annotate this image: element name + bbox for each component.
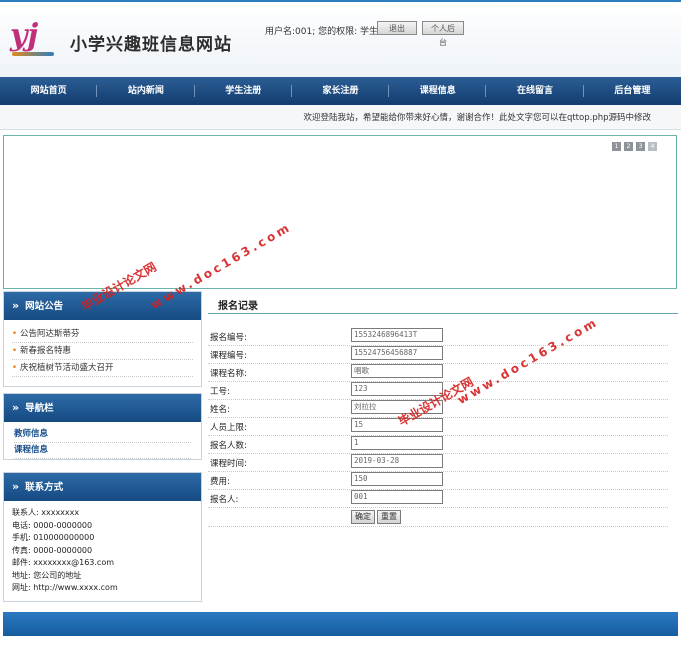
enrolled-count-field[interactable]: 1 — [351, 436, 443, 450]
form-row: 报名人数: 1 — [208, 435, 668, 454]
nav-item-parent-register[interactable]: 家长注册 — [292, 77, 390, 105]
nav-item-news[interactable]: 站内新闻 — [97, 77, 195, 105]
form-row: 课程时间: 2019-03-28 — [208, 453, 668, 472]
nav-item-admin[interactable]: 后台管理 — [584, 77, 681, 105]
nav-item-home[interactable]: 网站首页 — [0, 77, 98, 105]
site-footer — [3, 612, 678, 636]
notice-item[interactable]: • 公告阿达斯蒂芬 — [12, 326, 193, 343]
logout-button[interactable]: 退出 — [377, 21, 417, 35]
form-row: 报名人: 001 — [208, 489, 668, 508]
navbar-panel: » 导航栏 教师信息 课程信息 — [3, 393, 202, 460]
nav-item-label: 学生注册 — [225, 86, 262, 96]
nav-item-guestbook[interactable]: 在线留言 — [486, 77, 584, 105]
double-chevron-right-icon: » — [12, 401, 20, 414]
form-row: 费用: 150 — [208, 471, 668, 490]
field-label: 课程名称: — [210, 369, 247, 379]
nav-item-label: 后台管理 — [614, 86, 651, 96]
nav-item-label: 在线留言 — [517, 86, 554, 96]
registrant-field[interactable]: 001 — [351, 490, 443, 504]
navbar-panel-header: » 导航栏 — [4, 394, 201, 422]
form-row: 课程编号: 15524756456887 — [208, 345, 668, 364]
contact-panel-title: 联系方式 — [25, 482, 64, 493]
user-info: 用户名:001; 您的权限: 学生 — [265, 27, 378, 37]
contact-email: 邮件: xxxxxxxx@163.com — [12, 558, 115, 567]
contact-panel-header: » 联系方式 — [4, 473, 201, 501]
field-label: 报名编号: — [210, 333, 247, 343]
sidebar-link-teachers[interactable]: 教师信息 — [14, 427, 191, 443]
form-divider — [208, 525, 668, 527]
double-chevron-right-icon: » — [12, 480, 20, 493]
contact-panel: » 联系方式 联系人: xxxxxxxx 电话: 0000-0000000 手机:… — [3, 472, 202, 602]
notice-panel-title: 网站公告 — [25, 301, 64, 312]
banner-slider — [3, 135, 677, 289]
confirm-button[interactable]: 确定 — [351, 510, 375, 524]
notice-item-text: 公告阿达斯蒂芬 — [20, 329, 80, 339]
contact-mobile: 手机: 010000000000 — [12, 533, 95, 542]
main-nav: 网站首页 站内新闻 学生注册 家长注册 课程信息 在线留言 后台管理 — [0, 77, 681, 105]
page-title: 报名记录 — [218, 301, 258, 312]
banner-control-1[interactable]: 1 — [612, 142, 621, 151]
reset-button[interactable]: 重置 — [377, 510, 401, 524]
nav-item-label: 家长注册 — [322, 86, 359, 96]
field-label: 课程编号: — [210, 351, 247, 361]
form-row: 人员上限: 15 — [208, 417, 668, 436]
contact-fax: 传真: 0000-0000000 — [12, 545, 93, 555]
site-title: 小学兴趣班信息网站 — [70, 35, 232, 55]
personal-backend-button[interactable]: 个人后台 — [422, 21, 464, 47]
course-name-field[interactable]: 唱歌 — [351, 364, 443, 378]
title-divider — [208, 313, 678, 314]
form-row: 课程名称: 唱歌 — [208, 363, 668, 382]
banner-control-3[interactable]: 3 — [636, 142, 645, 151]
fee-field[interactable]: 150 — [351, 472, 443, 486]
contact-person: 联系人: xxxxxxxx — [12, 508, 80, 517]
notice-item-text: 新春报名特惠 — [20, 346, 72, 356]
nav-item-courses[interactable]: 课程信息 — [389, 77, 487, 105]
marquee-text: 欢迎登陆我站，希望能给你带来好心情，谢谢合作！此处文字您可以在qttop.php… — [303, 113, 651, 123]
logo-swoosh — [12, 52, 54, 56]
contact-address: 地址: 您公司的地址 — [12, 570, 82, 580]
notice-item[interactable]: • 新春报名特惠 — [12, 343, 193, 360]
course-time-field[interactable]: 2019-03-28 — [351, 454, 443, 468]
nav-item-label: 站内新闻 — [127, 86, 164, 96]
bullet-icon: • — [12, 329, 18, 339]
registration-id-field[interactable]: 1553246896413T — [351, 328, 443, 342]
field-label: 课程时间: — [210, 459, 247, 469]
field-label: 报名人: — [210, 495, 239, 505]
field-label: 报名人数: — [210, 441, 247, 451]
form-row: 报名编号: 1553246896413T — [208, 327, 668, 346]
field-label: 姓名: — [210, 405, 230, 415]
bullet-icon: • — [12, 363, 18, 373]
banner-control-2[interactable]: 2 — [624, 142, 633, 151]
course-id-field[interactable]: 15524756456887 — [351, 346, 443, 360]
navbar-panel-title: 导航栏 — [25, 403, 54, 414]
welcome-marquee: 欢迎登陆我站，希望能给你带来好心情，谢谢合作！此处文字您可以在qttop.php… — [0, 105, 681, 130]
contact-website: 网址: http://www.xxxx.com — [12, 583, 118, 592]
nav-item-student-register[interactable]: 学生注册 — [195, 77, 292, 105]
banner-control-4[interactable]: 4 — [648, 142, 657, 151]
nav-item-label: 网站首页 — [30, 86, 67, 96]
contact-phone: 电话: 0000-0000000 — [12, 520, 93, 530]
notice-item[interactable]: • 庆祝植树节活动盛大召开 — [12, 360, 193, 377]
field-label: 工号: — [210, 387, 230, 397]
bullet-icon: • — [12, 346, 18, 356]
sidebar-link-courses[interactable]: 课程信息 — [14, 443, 191, 459]
notice-item-text: 庆祝植树节活动盛大召开 — [20, 363, 114, 373]
field-label: 人员上限: — [210, 423, 247, 433]
logo-text: yj — [10, 18, 39, 53]
double-chevron-right-icon: » — [12, 299, 20, 312]
field-label: 费用: — [210, 477, 230, 487]
nav-item-label: 课程信息 — [419, 86, 456, 96]
